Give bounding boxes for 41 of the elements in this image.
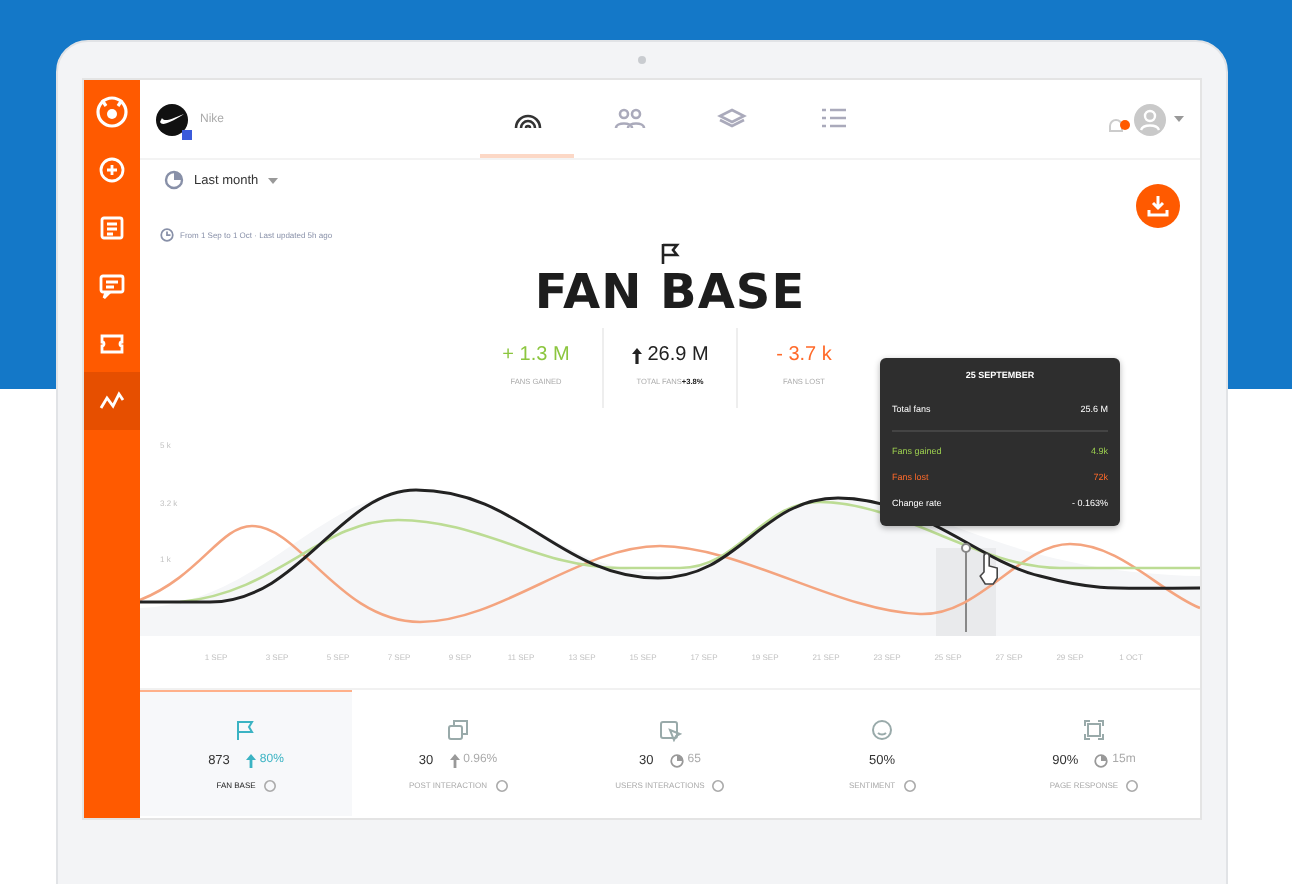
window-cursor-icon	[658, 717, 682, 741]
hover-point	[961, 543, 971, 553]
expand-icon	[1082, 717, 1106, 741]
info-icon	[903, 779, 916, 791]
clock-icon	[160, 228, 174, 242]
camera-icon	[638, 56, 646, 64]
timer-icon	[669, 753, 684, 767]
flag-icon	[234, 717, 258, 741]
caret-icon[interactable]	[1174, 116, 1184, 122]
people-icon	[613, 105, 645, 129]
chat-icon	[98, 271, 126, 299]
hand-cursor-icon	[979, 552, 998, 585]
up-arrow-icon	[449, 753, 460, 767]
ticket-icon	[98, 329, 126, 357]
plus-circle-icon	[98, 155, 126, 183]
document-icon	[98, 213, 126, 241]
timer-icon	[1094, 753, 1109, 767]
sidebar-item[interactable]	[84, 372, 140, 430]
brand-avatar[interactable]	[156, 103, 188, 135]
stat-value: - 3.7 k	[774, 344, 834, 366]
info-icon	[1126, 779, 1139, 791]
stat-value: + 1.3 M	[500, 344, 572, 366]
swoosh-logo-icon	[160, 113, 184, 125]
list-icon	[817, 105, 849, 129]
info-icon	[495, 779, 508, 791]
download-icon	[1146, 194, 1170, 218]
up-arrow-icon	[245, 753, 256, 767]
social-badge-icon	[182, 129, 192, 139]
info-icon	[712, 779, 725, 791]
stat-value: 26.9 M	[604, 344, 736, 366]
download-button[interactable]	[1136, 184, 1180, 228]
flag-icon	[660, 241, 680, 263]
caret-icon	[268, 177, 279, 183]
layers-icon	[715, 105, 747, 129]
user-avatar[interactable]	[1134, 103, 1166, 135]
info-icon	[263, 779, 276, 791]
smiley-icon	[870, 717, 894, 741]
page-title: FAN BASE	[532, 264, 808, 320]
up-arrow-icon	[631, 347, 642, 363]
pie-icon	[164, 170, 184, 190]
copy-icon	[446, 717, 470, 741]
